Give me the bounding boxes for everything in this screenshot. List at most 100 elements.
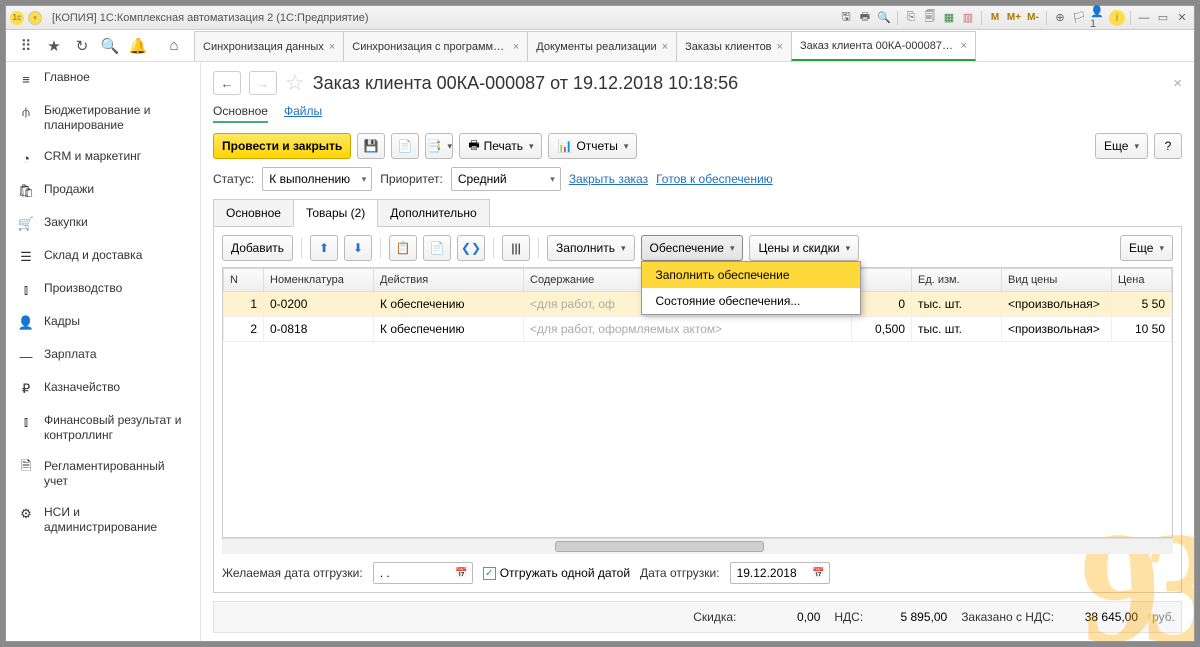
status-combo[interactable]: К выполнению — [262, 167, 372, 191]
create-based-button[interactable]: 📑▾ — [425, 133, 453, 159]
col-nomen[interactable]: Номенклатура — [264, 269, 374, 292]
ship-date-label: Дата отгрузки: — [640, 566, 720, 580]
m-icon[interactable]: M — [987, 10, 1003, 26]
tab-orders[interactable]: Заказы клиентов× — [676, 31, 792, 61]
sidebar-finres[interactable]: ⫾Финансовый результат и контроллинг — [6, 405, 200, 451]
close-window-icon[interactable]: ✕ — [1174, 10, 1190, 26]
status-label: Статус: — [213, 172, 254, 186]
tab-sync-data[interactable]: Синхронизация данных× — [194, 31, 344, 61]
more-actions-button[interactable]: Еще▾ — [1095, 133, 1148, 159]
col-price[interactable]: Цена — [1112, 269, 1172, 292]
col-ptype[interactable]: Вид цены — [1002, 269, 1112, 292]
prices-discounts-button[interactable]: Цены и скидки▾ — [749, 235, 859, 261]
sidebar-hr[interactable]: 👤Кадры — [6, 306, 200, 339]
add-row-button[interactable]: Добавить — [222, 235, 293, 261]
sidebar-warehouse[interactable]: ☰Склад и доставка — [6, 240, 200, 273]
sidebar-budget[interactable]: ⫛Бюджетирование и планирование — [6, 95, 200, 141]
toolbar-icon[interactable]: 🖫 — [838, 10, 854, 26]
same-date-checkbox[interactable]: ✓Отгружать одной датой — [483, 566, 630, 580]
move-up-button[interactable]: ⬆ — [310, 235, 338, 261]
inner-tab-extra[interactable]: Дополнительно — [377, 199, 489, 227]
sidebar-salary[interactable]: —Зарплата — [6, 339, 200, 372]
table-row[interactable]: 2 0-0818 К обеспечению <для работ, оформ… — [224, 317, 1172, 342]
sidebar-production[interactable]: ⫾Производство — [6, 273, 200, 306]
app-menu-dropdown[interactable]: ▾ — [28, 11, 42, 25]
print-icon[interactable]: 🖶 — [857, 10, 873, 26]
tab-order-87[interactable]: Заказ клиента 00КА-000087 от 19.12.2018 … — [791, 31, 976, 61]
tab-close-icon[interactable]: × — [513, 41, 519, 53]
minimize-icon[interactable]: — — [1136, 10, 1152, 26]
wish-date-input[interactable]: . . — [373, 562, 473, 584]
discount-value: 0,00 — [750, 610, 820, 624]
close-order-link[interactable]: Закрыть заказ — [569, 172, 648, 186]
window-title: [КОПИЯ] 1С:Комплексная автоматизация 2 (… — [52, 12, 369, 24]
barcode-button[interactable]: ||| — [502, 235, 530, 261]
priority-combo[interactable]: Средний — [451, 167, 561, 191]
grid-menu-icon[interactable]: ⠿ — [12, 32, 40, 60]
post-button[interactable]: 📄 — [391, 133, 419, 159]
ready-provision-link[interactable]: Готов к обеспечению — [656, 172, 773, 186]
sidebar-sales[interactable]: 🛍Продажи — [6, 174, 200, 207]
sidebar-treasury[interactable]: ₽Казначейство — [6, 372, 200, 405]
tab-close-icon[interactable]: × — [777, 41, 783, 53]
bag-icon: 🛍 — [18, 183, 34, 199]
tab-close-icon[interactable]: × — [662, 41, 668, 53]
m-plus-icon[interactable]: M+ — [1006, 10, 1022, 26]
compare-icon[interactable]: ⎘ — [903, 10, 919, 26]
sidebar-crm[interactable]: ◔CRM и маркетинг — [6, 141, 200, 174]
reports-button[interactable]: 📊 Отчеты▾ — [548, 133, 637, 159]
preview-icon[interactable]: 🔍 — [876, 10, 892, 26]
inner-tab-main[interactable]: Основное — [213, 199, 294, 227]
subtab-main[interactable]: Основное — [213, 104, 268, 123]
copy-button[interactable]: 📋 — [389, 235, 417, 261]
tab-docs-real[interactable]: Документы реализации× — [527, 31, 677, 61]
sidebar-nsi[interactable]: ⚙НСИ и администрирование — [6, 497, 200, 543]
sidebar-regaccount[interactable]: 🗎Регламентированный учет — [6, 451, 200, 497]
calc-icon[interactable]: 🗐 — [922, 10, 938, 26]
col-unit[interactable]: Ед. изм. — [912, 269, 1002, 292]
section-sidebar: ≡Главное ⫛Бюджетирование и планирование … — [6, 62, 201, 641]
col-action[interactable]: Действия — [374, 269, 524, 292]
fill-button[interactable]: Заполнить▾ — [547, 235, 634, 261]
ship-date-input[interactable]: 19.12.2018 — [730, 562, 830, 584]
info-icon[interactable]: i — [1109, 10, 1125, 26]
calendar-icon[interactable]: ▦ — [941, 10, 957, 26]
save-button[interactable]: 💾 — [357, 133, 385, 159]
bell-icon[interactable]: 🔔 — [124, 32, 152, 60]
export-button[interactable]: ❮❯ — [457, 235, 485, 261]
favorite-icon[interactable]: ★ — [40, 32, 68, 60]
grid-more-button[interactable]: Еще▾ — [1120, 235, 1173, 261]
print-button[interactable]: 🖶 Печать▾ — [459, 133, 542, 159]
provision-state-item[interactable]: Состояние обеспечения... — [642, 288, 860, 314]
move-down-button[interactable]: ⬇ — [344, 235, 372, 261]
history-icon[interactable]: ↻ — [68, 32, 96, 60]
home-icon[interactable]: ⌂ — [160, 32, 188, 60]
nav-back-button[interactable]: ← — [213, 71, 241, 95]
provision-button[interactable]: Обеспечение▾ — [641, 235, 744, 261]
post-and-close-button[interactable]: Провести и закрыть — [213, 133, 351, 159]
col-qty[interactable] — [852, 269, 912, 292]
subtab-files[interactable]: Файлы — [284, 104, 322, 123]
paste-button[interactable]: 📄 — [423, 235, 451, 261]
tab-sync-prog[interactable]: Синхронизация с программой "Бухгалтерия.… — [343, 31, 528, 61]
provision-fill-item[interactable]: Заполнить обеспечение — [642, 262, 860, 288]
links-icon[interactable]: 🏳 — [1071, 10, 1087, 26]
star-icon[interactable]: ☆ — [285, 70, 305, 96]
back-icon[interactable]: ⊕ — [1052, 10, 1068, 26]
tab-close-icon[interactable]: × — [961, 40, 967, 52]
restore-icon[interactable]: ▭ — [1155, 10, 1171, 26]
sidebar-purchase[interactable]: 🛒Закупки — [6, 207, 200, 240]
help-button[interactable]: ? — [1154, 133, 1182, 159]
user-icon[interactable]: 👤1 — [1090, 10, 1106, 26]
col-n[interactable]: N — [224, 269, 264, 292]
nav-fwd-button[interactable]: → — [249, 71, 277, 95]
horizontal-scrollbar[interactable] — [222, 538, 1173, 554]
search-icon[interactable]: 🔍 — [96, 32, 124, 60]
m-minus-icon[interactable]: M- — [1025, 10, 1041, 26]
day-icon[interactable]: ▥ — [960, 10, 976, 26]
inner-tab-goods[interactable]: Товары (2) — [293, 199, 378, 227]
sidebar-main[interactable]: ≡Главное — [6, 62, 200, 95]
panel-close-icon[interactable]: × — [1173, 75, 1182, 92]
tab-close-icon[interactable]: × — [329, 41, 335, 53]
app-icon: 1c — [10, 11, 24, 25]
